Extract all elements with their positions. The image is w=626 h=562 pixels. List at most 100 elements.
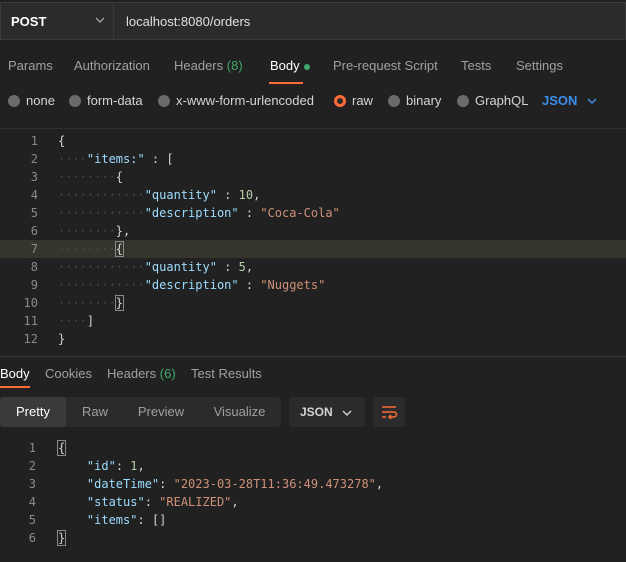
line-number: 5 — [28, 513, 36, 527]
response-tab-headers-label: Headers — [107, 366, 157, 381]
code-line-highlighted: 7 ········{ — [0, 240, 626, 258]
view-pretty-button[interactable]: Pretty — [0, 397, 66, 427]
line-number: 3 — [30, 170, 38, 184]
code-line: 6 ········}, — [0, 222, 626, 240]
json-key: "quantity" — [144, 260, 217, 274]
pane-divider[interactable] — [0, 356, 626, 357]
view-visualize-button[interactable]: Visualize — [198, 397, 281, 427]
line-number: 6 — [28, 531, 36, 545]
active-tab-underline — [269, 82, 303, 84]
line-number: 12 — [23, 332, 38, 346]
radio-binary-label: binary — [406, 93, 442, 108]
radio-raw-label: raw — [352, 93, 373, 108]
code-line: 11 ····] — [0, 312, 626, 330]
code-line: 12} — [0, 330, 626, 348]
json-key: "items:" — [86, 152, 145, 166]
view-raw-button[interactable]: Raw — [66, 397, 124, 427]
code-line: 8 ············"quantity" : 5, — [0, 258, 626, 276]
code-line: 1{ — [0, 132, 626, 150]
line-number: 6 — [30, 224, 38, 238]
url-input[interactable]: localhost:8080/orders — [114, 2, 626, 40]
radio-circle-icon — [457, 94, 469, 107]
code-line: 1{ — [0, 439, 626, 457]
format-select[interactable]: JSON — [289, 397, 365, 427]
tab-tests[interactable]: Tests — [461, 58, 491, 73]
body-type-selector: none form-data x-www-form-urlencoded raw… — [0, 90, 626, 112]
code-line: 2 ····"items:" : [ — [0, 150, 626, 168]
url-bar: POST localhost:8080/orders — [0, 0, 626, 44]
method-select[interactable]: POST — [0, 2, 114, 40]
response-tabs: Body Cookies Headers (6) Test Results — [0, 364, 626, 388]
code-line: 3 ········{ — [0, 168, 626, 186]
radio-graphql[interactable]: GraphQL — [457, 93, 528, 108]
response-body-viewer[interactable]: 1{ 2 "id": 1, 3 "dateTime": "2023-03-28T… — [0, 438, 626, 548]
json-key: "id" — [86, 459, 116, 473]
code-line: 4 ············"quantity" : 10, — [0, 186, 626, 204]
json-key: "description" — [144, 278, 239, 292]
json-array: [] — [151, 513, 167, 527]
radio-circle-icon — [158, 94, 170, 107]
response-tab-body[interactable]: Body — [0, 366, 30, 381]
url-text: localhost:8080/orders — [126, 14, 251, 29]
radio-urlencoded[interactable]: x-www-form-urlencoded — [158, 93, 314, 108]
tab-body[interactable]: Body — [270, 58, 310, 73]
radio-form-data[interactable]: form-data — [69, 93, 143, 108]
tab-headers-count: (8) — [226, 58, 243, 73]
tab-settings[interactable]: Settings — [516, 58, 563, 73]
tab-headers[interactable]: Headers (8) — [174, 58, 243, 73]
tab-prerequest-script[interactable]: Pre-request Script — [333, 58, 438, 73]
line-number: 8 — [30, 260, 38, 274]
code-line: 5 ············"description" : "Coca-Cola" — [0, 204, 626, 222]
radio-none[interactable]: none — [8, 93, 55, 108]
chevron-down-icon — [95, 17, 105, 23]
line-number: 11 — [23, 314, 38, 328]
code-line: 3 "dateTime": "2023-03-28T11:36:49.47327… — [0, 475, 626, 493]
code-line: 9 ············"description" : "Nuggets" — [0, 276, 626, 294]
code-line: 5 "items": [] — [0, 511, 626, 529]
radio-circle-icon — [69, 94, 81, 107]
json-string: "Nuggets" — [260, 278, 326, 292]
wrap-lines-button[interactable] — [373, 397, 405, 427]
line-number: 2 — [30, 152, 38, 166]
chevron-down-icon[interactable] — [587, 96, 597, 106]
format-label: JSON — [300, 405, 333, 419]
json-string: "Coca-Cola" — [260, 206, 340, 220]
tab-params[interactable]: Params — [8, 58, 53, 73]
language-select[interactable]: JSON — [542, 93, 577, 108]
modified-dot-icon — [303, 63, 310, 70]
radio-raw[interactable]: raw — [334, 93, 373, 108]
line-number: 9 — [30, 278, 38, 292]
response-tab-test-results[interactable]: Test Results — [191, 366, 262, 381]
json-number: 5 — [238, 260, 246, 274]
json-number: 1 — [130, 459, 138, 473]
radio-circle-icon — [388, 94, 400, 107]
json-key: "quantity" — [144, 188, 217, 202]
request-body-editor[interactable]: 1{ 2 ····"items:" : [ 3 ········{ 4 ·······… — [0, 128, 626, 350]
view-preview-button[interactable]: Preview — [124, 397, 198, 427]
json-string: "REALIZED" — [159, 495, 232, 509]
line-number: 7 — [30, 242, 38, 256]
radio-graphql-label: GraphQL — [475, 93, 529, 108]
line-number: 10 — [23, 296, 38, 310]
tab-authorization[interactable]: Authorization — [74, 58, 150, 73]
chevron-down-icon — [342, 410, 352, 416]
radio-circle-icon — [8, 94, 20, 107]
radio-none-label: none — [26, 93, 55, 108]
tab-headers-label: Headers — [174, 58, 224, 73]
line-number: 1 — [28, 441, 36, 455]
json-number: 10 — [238, 188, 254, 202]
line-number: 1 — [30, 134, 38, 148]
json-key: "dateTime" — [86, 477, 160, 491]
code-line: 6} — [0, 529, 626, 547]
line-number: 2 — [28, 459, 36, 473]
request-tabs: Params Authorization Headers (8) Body Pr… — [0, 52, 626, 84]
response-tab-cookies[interactable]: Cookies — [45, 366, 92, 381]
view-mode-segmented: Pretty Raw Preview Visualize — [0, 397, 281, 427]
active-tab-underline — [0, 386, 30, 388]
line-number: 4 — [30, 188, 38, 202]
json-key: "status" — [86, 495, 145, 509]
json-string: "2023-03-28T11:36:49.473278" — [173, 477, 376, 491]
response-tab-headers[interactable]: Headers (6) — [107, 366, 176, 381]
code-line: 4 "status": "REALIZED", — [0, 493, 626, 511]
radio-binary[interactable]: binary — [388, 93, 441, 108]
